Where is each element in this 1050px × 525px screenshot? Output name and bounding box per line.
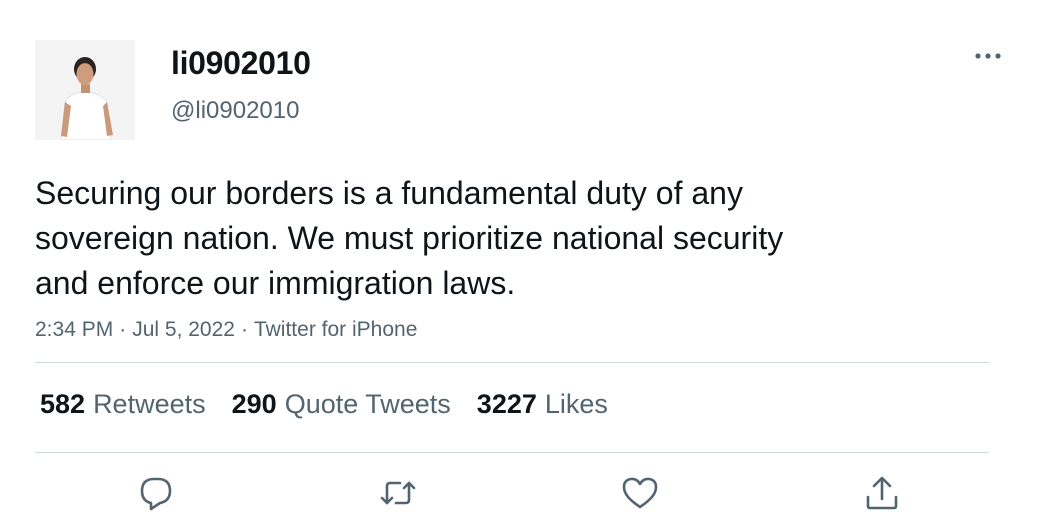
tweet-meta: 2:34 PM · Jul 5, 2022 · Twitter for iPhone [35,316,417,344]
retweets-count: 582 [40,389,86,419]
retweets-stat[interactable]: 582 Retweets [40,387,206,421]
tweet-source[interactable]: Twitter for iPhone [254,318,417,341]
tweet-time[interactable]: 2:34 PM [35,318,113,341]
divider [35,452,989,453]
share-icon [866,476,898,510]
heart-icon [622,477,658,509]
reply-icon [140,477,172,511]
likes-label: Likes [544,389,608,419]
retweets-label: Retweets [93,389,206,419]
display-name[interactable]: li0902010 [171,44,311,82]
share-button[interactable] [862,473,902,513]
retweet-button[interactable] [378,473,418,513]
quote-tweets-label: Quote Tweets [284,389,451,419]
avatar[interactable] [35,40,135,140]
likes-count: 3227 [476,389,537,419]
quote-tweets-stat[interactable]: 290 Quote Tweets [232,387,451,421]
tweet-date[interactable]: Jul 5, 2022 [132,318,235,341]
likes-stat[interactable]: 3227 Likes [477,387,608,421]
retweet-icon [380,481,416,505]
more-options-icon[interactable] [970,44,1006,68]
meta-separator: · [240,318,248,341]
meta-separator: · [119,318,127,341]
like-button[interactable] [620,473,660,513]
user-handle[interactable]: @li0902010 [171,96,299,126]
profile-photo-icon [35,40,135,140]
reply-button[interactable] [136,473,176,513]
tweet-text: Securing our borders is a fundamental du… [35,175,784,301]
tweet-stats: 582 Retweets 290 Quote Tweets 3227 Likes [40,387,634,421]
divider [35,362,989,363]
quote-tweets-count: 290 [231,389,277,419]
